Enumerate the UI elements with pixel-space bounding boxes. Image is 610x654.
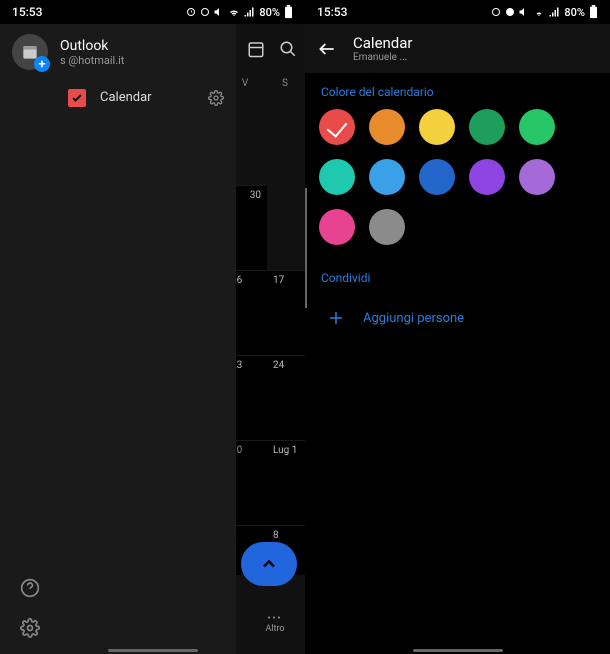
status-time: 15:53 bbox=[12, 5, 42, 19]
more-dots-icon: ••• bbox=[255, 614, 295, 624]
right-screen: 15:53 80% Calendar Emanuele ... Colore d… bbox=[305, 0, 610, 654]
wifi-icon bbox=[227, 6, 241, 18]
page-header: Calendar Emanuele ... bbox=[305, 24, 610, 73]
color-option-7[interactable] bbox=[419, 159, 455, 195]
color-option-2[interactable] bbox=[419, 109, 455, 145]
battery-icon bbox=[589, 5, 598, 19]
check-icon bbox=[71, 92, 83, 104]
add-people-label: Aggiungi persone bbox=[363, 311, 464, 326]
calendar-cell[interactable]: 24 bbox=[267, 355, 305, 440]
chevron-up-icon bbox=[259, 554, 279, 574]
calendar-checkbox[interactable] bbox=[68, 89, 86, 107]
wifi-icon bbox=[532, 6, 546, 18]
more-label: Altro bbox=[255, 624, 295, 634]
alarm-icon bbox=[185, 6, 197, 18]
navigation-drawer: + Outlook s @hotmail.it Calendar bbox=[0, 24, 236, 654]
color-option-8[interactable] bbox=[469, 159, 505, 195]
signal-icon bbox=[548, 6, 560, 18]
scroll-indicator bbox=[305, 188, 307, 308]
alarm-icon-2 bbox=[199, 6, 211, 18]
color-option-5[interactable] bbox=[319, 159, 355, 195]
color-option-3[interactable] bbox=[469, 109, 505, 145]
mute-icon bbox=[213, 6, 225, 18]
color-option-6[interactable] bbox=[369, 159, 405, 195]
account-email: s @hotmail.it bbox=[60, 54, 124, 67]
calendar-item-label: Calendar bbox=[100, 90, 152, 105]
settings-icon[interactable] bbox=[20, 618, 40, 638]
battery-pct: 80% bbox=[259, 6, 280, 19]
add-people-row[interactable]: Aggiungi persone bbox=[305, 295, 610, 341]
mute-icon bbox=[518, 6, 530, 18]
account-name: Outlook bbox=[60, 38, 124, 54]
search-icon[interactable] bbox=[279, 40, 297, 58]
calendar-list-item[interactable]: Calendar bbox=[0, 80, 236, 115]
home-indicator bbox=[108, 649, 198, 652]
help-icon[interactable] bbox=[20, 578, 40, 598]
status-bar: 15:53 80% bbox=[305, 0, 610, 24]
color-option-4[interactable] bbox=[519, 109, 555, 145]
status-icons: 80% bbox=[185, 5, 293, 19]
drawer-account-header[interactable]: + Outlook s @hotmail.it bbox=[0, 24, 236, 80]
month-view-icon[interactable] bbox=[247, 40, 265, 58]
share-section-title: Condividi bbox=[305, 259, 610, 295]
add-account-badge[interactable]: + bbox=[34, 56, 50, 72]
color-option-11[interactable] bbox=[369, 209, 405, 245]
page-subtitle: Emanuele ... bbox=[353, 52, 413, 63]
back-icon[interactable] bbox=[317, 39, 337, 59]
new-event-fab[interactable] bbox=[241, 542, 297, 586]
alarm-icon-2 bbox=[504, 6, 516, 18]
calendar-cell[interactable]: Lug 1 bbox=[267, 440, 305, 525]
more-button[interactable]: ••• Altro bbox=[255, 614, 295, 634]
color-section-title: Colore del calendario bbox=[305, 73, 610, 109]
color-option-10[interactable] bbox=[319, 209, 355, 245]
page-title: Calendar bbox=[353, 34, 413, 52]
color-option-1[interactable] bbox=[369, 109, 405, 145]
color-option-0[interactable] bbox=[319, 109, 355, 145]
calendar-cell[interactable]: 17 bbox=[267, 270, 305, 355]
color-grid bbox=[305, 109, 610, 259]
alarm-icon bbox=[490, 6, 502, 18]
status-time: 15:53 bbox=[317, 5, 347, 19]
color-option-9[interactable] bbox=[519, 159, 555, 195]
signal-icon bbox=[243, 6, 255, 18]
plus-icon bbox=[327, 309, 345, 327]
status-icons: 80% bbox=[490, 5, 598, 19]
left-screen: 15:53 80% V S 30 16 17 23 24 30 Lug 1 7 … bbox=[0, 0, 305, 654]
home-indicator bbox=[413, 649, 503, 652]
status-bar: 15:53 80% bbox=[0, 0, 305, 24]
battery-pct: 80% bbox=[564, 6, 585, 19]
battery-icon bbox=[284, 5, 293, 19]
weekday-header: V S bbox=[225, 78, 305, 89]
calendar-settings-icon[interactable] bbox=[208, 90, 224, 106]
